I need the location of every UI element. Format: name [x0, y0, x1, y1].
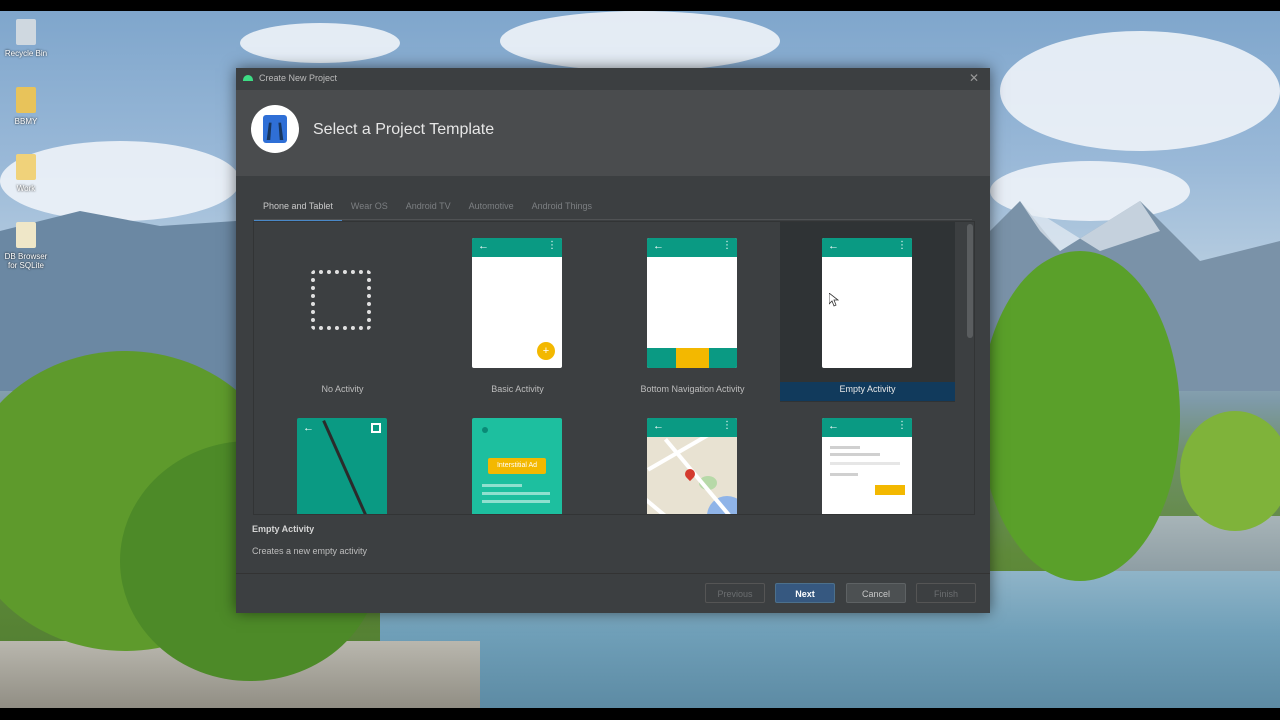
template-card-empty-activity[interactable]: ← ⋮ Empty Activity [780, 222, 955, 402]
bottom-navigation-bar [647, 348, 737, 368]
map-road [663, 438, 732, 514]
tab-automotive[interactable]: Automotive [460, 195, 523, 219]
text-line [482, 484, 522, 487]
phone-preview: ← ⋮ + [472, 238, 562, 368]
template-tabs: Phone and Tablet Wear OS Android TV Auto… [254, 195, 601, 221]
back-arrow-icon: ← [478, 240, 489, 252]
back-arrow-icon: ← [828, 420, 839, 432]
template-card-fullscreen-activity[interactable]: ← [255, 402, 430, 514]
desktop-icon-label: BBMY [14, 117, 38, 126]
fab-plus-icon: + [537, 342, 555, 360]
settings-line [830, 453, 880, 456]
back-arrow-icon: ← [653, 420, 664, 432]
dialog-titlebar[interactable]: Create New Project ✕ [236, 68, 990, 90]
more-icon: ⋮ [897, 240, 907, 251]
template-card-google-maps-activity[interactable]: ← ⋮ [605, 402, 780, 514]
template-label: Basic Activity [491, 384, 544, 394]
desktop-icon-label: Work [16, 184, 36, 193]
app-bar: ← ⋮ [472, 238, 562, 257]
desktop-icon-label: DB Browser for SQLite [4, 252, 48, 270]
folder-icon [16, 154, 36, 180]
template-card-settings-activity[interactable]: ← ⋮ [780, 402, 955, 514]
template-card-no-activity[interactable]: No Activity [255, 222, 430, 402]
phone-preview: ← ⋮ [647, 238, 737, 368]
phone-preview: ← ⋮ [647, 418, 737, 514]
desktop-icon-db-browser[interactable]: DB Browser for SQLite [1, 222, 51, 270]
app-bar: ← ⋮ [647, 238, 737, 257]
finish-button[interactable]: Finish [916, 583, 976, 603]
back-arrow-icon: ← [828, 240, 839, 252]
template-label: No Activity [321, 384, 364, 394]
dot-icon [482, 427, 488, 433]
desktop-icon-work[interactable]: Work [1, 154, 51, 193]
text-line [482, 500, 550, 503]
cancel-button[interactable]: Cancel [846, 583, 906, 603]
empty-placeholder-icon [311, 270, 371, 330]
cloud [1000, 31, 1280, 151]
desktop-icon-recycle-bin[interactable]: Recycle Bin [1, 19, 51, 58]
selected-template-description: Creates a new empty activity [252, 546, 368, 556]
map-pin-icon [682, 466, 698, 482]
cloud [240, 23, 400, 63]
map-road [647, 498, 693, 514]
folder-icon [16, 87, 36, 113]
tab-android-things[interactable]: Android Things [523, 195, 601, 219]
phone-preview: ← [297, 418, 387, 514]
template-gallery: No Activity ← ⋮ + Basic Activity ← ⋮ Bot… [253, 221, 975, 515]
phone-preview: Interstitial Ad [472, 418, 562, 514]
template-card-interstitial-ad[interactable]: Interstitial Ad [430, 402, 605, 514]
android-studio-logo-icon [251, 105, 299, 153]
create-new-project-dialog: Create New Project ✕ Select a Project Te… [236, 68, 990, 613]
tree [980, 251, 1180, 581]
app-bar: ← ⋮ [647, 418, 737, 437]
template-label: Empty Activity [839, 384, 896, 394]
app-bar: ← ⋮ [822, 418, 912, 437]
tabs-divider [254, 219, 972, 220]
file-icon [16, 222, 36, 248]
template-card-basic-activity[interactable]: ← ⋮ + Basic Activity [430, 222, 605, 402]
text-line [482, 492, 550, 495]
tab-wear-os[interactable]: Wear OS [342, 195, 397, 219]
tab-android-tv[interactable]: Android TV [397, 195, 460, 219]
settings-button [875, 485, 905, 495]
phone-preview: ← ⋮ [822, 418, 912, 514]
dialog-header: Select a Project Template [236, 90, 990, 176]
back-arrow-icon: ← [303, 422, 314, 434]
template-label: Bottom Navigation Activity [640, 384, 745, 394]
more-icon: ⋮ [897, 420, 907, 431]
tree [1180, 411, 1280, 531]
bottom-nav-selected [676, 348, 709, 368]
mouse-cursor-icon [829, 293, 839, 307]
dialog-footer: Previous Next Cancel Finish [236, 573, 990, 613]
window-title: Create New Project [259, 73, 338, 83]
settings-line [830, 446, 860, 449]
more-icon: ⋮ [547, 240, 557, 251]
settings-line [830, 473, 858, 476]
more-icon: ⋮ [722, 420, 732, 431]
cloud [500, 11, 780, 71]
desktop-icon-label: Recycle Bin [4, 49, 48, 58]
settings-line [830, 462, 900, 465]
page-title: Select a Project Template [313, 121, 495, 138]
gallery-scrollbar[interactable] [967, 224, 973, 338]
template-card-bottom-navigation-activity[interactable]: ← ⋮ Bottom Navigation Activity [605, 222, 780, 402]
desktop-icon-bbmy[interactable]: BBMY [1, 87, 51, 126]
selected-template-name: Empty Activity [252, 524, 315, 534]
previous-button[interactable]: Previous [705, 583, 765, 603]
android-icon [243, 75, 253, 81]
recycle-bin-icon [16, 19, 36, 45]
app-bar: ← ⋮ [822, 238, 912, 257]
diagonal-line [322, 420, 387, 514]
interstitial-ad-badge: Interstitial Ad [488, 458, 546, 474]
more-icon: ⋮ [722, 240, 732, 251]
tab-phone-and-tablet[interactable]: Phone and Tablet [254, 195, 342, 221]
next-button[interactable]: Next [775, 583, 835, 603]
fullscreen-icon [371, 423, 381, 433]
back-arrow-icon: ← [653, 240, 664, 252]
close-icon[interactable]: ✕ [969, 71, 979, 85]
